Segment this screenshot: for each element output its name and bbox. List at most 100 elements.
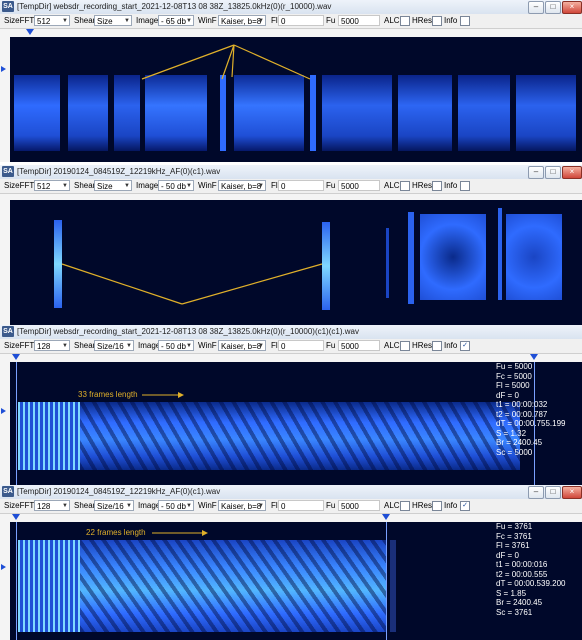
freq-ruler[interactable] (0, 362, 10, 485)
info-line: Sc = 5000 (496, 447, 533, 457)
cursor-marker-icon[interactable] (26, 29, 34, 35)
freq-ruler[interactable] (0, 522, 10, 640)
info-line: t2 = 00:00.787 (496, 409, 548, 419)
hres-checkbox[interactable] (432, 501, 442, 511)
fl-input[interactable]: 0 (278, 180, 324, 191)
cursor-marker-icon[interactable] (12, 514, 20, 520)
info-line: Fu = 3761 (496, 522, 533, 531)
winf-select[interactable]: Kaiser, b=8 ▼ (218, 500, 266, 511)
shear-select[interactable]: Size/16 ▼ (94, 340, 134, 351)
close-icon[interactable]: × (562, 486, 582, 499)
title-bar[interactable]: SA [TempDir] websdr_recording_start_2021… (0, 325, 582, 340)
toolbar: SizeFFT 128 ▼ Shear Size/16 ▼ Image - 50 d… (0, 499, 582, 514)
spectrogram-panel[interactable]: 22 frames length Fu = 3761 Fc = 3761 Fl … (10, 522, 582, 640)
cursor-marker-icon[interactable] (382, 514, 390, 520)
fu-input[interactable]: 5000 (338, 340, 380, 351)
alc-checkbox[interactable] (400, 181, 410, 191)
fl-label: Fl (271, 181, 278, 190)
fl-input[interactable]: 0 (278, 340, 324, 351)
info-checkbox[interactable] (460, 181, 470, 191)
winf-select[interactable]: Kaiser, b=8 ▼ (218, 340, 266, 351)
cursor-marker-icon[interactable] (12, 354, 20, 360)
minimize-icon[interactable]: – (528, 1, 544, 14)
info-checkbox[interactable] (460, 16, 470, 26)
shear-select[interactable]: Size ▼ (94, 15, 132, 26)
image-select[interactable]: - 65 db ▼ (158, 15, 194, 26)
info-readout: Fu = 5000 Fc = 5000 Fl = 5000 dF = 0 t1 … (496, 362, 565, 457)
fl-input[interactable]: 0 (278, 15, 324, 26)
title-bar[interactable]: SA [TempDir] websdr_recording_start_2021… (0, 0, 582, 15)
toolbar: SizeFFT 512 ▼ Shear Size ▼ Image - 65 db ▼ … (0, 14, 582, 29)
dropdown-arrow-icon: ▼ (258, 18, 264, 24)
time-ruler[interactable] (0, 354, 582, 362)
minimize-icon[interactable]: – (528, 166, 544, 179)
maximize-icon[interactable]: □ (545, 486, 561, 499)
image-select[interactable]: - 50 db ▼ (158, 500, 194, 511)
spectrogram-panel[interactable] (10, 200, 582, 325)
hres-checkbox[interactable] (432, 16, 442, 26)
maximize-icon[interactable]: □ (545, 1, 561, 14)
hres-checkbox[interactable] (432, 181, 442, 191)
cursor-marker-icon[interactable] (530, 354, 538, 360)
winf-value: Kaiser, b=8 (221, 342, 262, 351)
maximize-icon[interactable]: □ (545, 166, 561, 179)
spectrogram-panel[interactable] (10, 37, 582, 162)
cursor-marker-icon[interactable] (1, 408, 6, 414)
dropdown-arrow-icon: ▼ (124, 18, 130, 24)
sizefft-label: SizeFFT (4, 341, 35, 350)
winf-select[interactable]: Kaiser, b=8 ▼ (218, 15, 266, 26)
info-line: dF = 0 (496, 390, 519, 400)
spectrogram-panel[interactable]: 33 frames length Fu = 5000 Fc = 5000 Fl … (10, 362, 582, 485)
image-select[interactable]: - 50 db ▼ (158, 340, 194, 351)
info-line: Br = 2400.45 (496, 438, 543, 447)
close-icon[interactable]: × (562, 166, 582, 179)
shear-value: Size (97, 182, 113, 191)
alc-checkbox[interactable] (400, 501, 410, 511)
fu-label: Fu (326, 341, 336, 350)
close-icon[interactable]: × (562, 1, 582, 14)
image-select[interactable]: - 50 db ▼ (158, 180, 194, 191)
dropdown-arrow-icon: ▼ (186, 343, 192, 349)
image-label: Image (136, 181, 159, 190)
winf-label: WinF (198, 501, 217, 510)
info-checkbox[interactable]: ✓ (460, 341, 470, 351)
shear-select[interactable]: Size ▼ (94, 180, 132, 191)
cursor-marker-icon[interactable] (1, 564, 6, 570)
info-line: dF = 0 (496, 550, 519, 560)
time-ruler[interactable] (0, 29, 582, 37)
fu-input[interactable]: 5000 (338, 500, 380, 511)
shear-label: Shear (74, 16, 96, 25)
sizefft-select[interactable]: 512 ▼ (34, 15, 70, 26)
info-label: Info (444, 501, 458, 510)
fu-input[interactable]: 5000 (338, 15, 380, 26)
fl-input[interactable]: 0 (278, 500, 324, 511)
window-title: [TempDir] websdr_recording_start_2021-12… (17, 2, 332, 11)
title-bar[interactable]: SA [TempDir] 20190124_084519Z_12219kHz_A… (0, 165, 582, 180)
info-readout: Fu = 3761 Fc = 3761 Fl = 3761 dF = 0 t1 … (496, 522, 565, 617)
app-icon: SA (2, 326, 14, 337)
hres-label: HRes (412, 16, 433, 25)
freq-ruler[interactable] (0, 200, 10, 325)
sizefft-select[interactable]: 512 ▼ (34, 180, 70, 191)
info-checkbox[interactable]: ✓ (460, 501, 470, 511)
spectrogram-window-2: SA [TempDir] 20190124_084519Z_12219kHz_A… (0, 165, 582, 325)
sizefft-label: SizeFFT (4, 181, 35, 190)
title-bar[interactable]: SA [TempDir] 20190124_084519Z_12219kHz_A… (0, 485, 582, 500)
window-title: [TempDir] 20190124_084519Z_12219kHz_AF(0… (17, 487, 221, 496)
sizefft-select[interactable]: 128 ▼ (34, 340, 70, 351)
hres-checkbox[interactable] (432, 341, 442, 351)
minimize-icon[interactable]: – (528, 486, 544, 499)
alc-checkbox[interactable] (400, 341, 410, 351)
time-ruler[interactable] (0, 514, 582, 522)
hres-label: HRes (412, 501, 433, 510)
alc-checkbox[interactable] (400, 16, 410, 26)
fu-input[interactable]: 5000 (338, 180, 380, 191)
winf-select[interactable]: Kaiser, b=8 ▼ (218, 180, 266, 191)
cursor-marker-icon[interactable] (1, 66, 6, 72)
alc-label: ALC (384, 501, 400, 510)
info-line: dT = 00:00.539.200 (496, 579, 566, 588)
sizefft-select[interactable]: 128 ▼ (34, 500, 70, 511)
toolbar: SizeFFT 128 ▼ Shear Size/16 ▼ Image - 50 d… (0, 339, 582, 354)
freq-ruler[interactable] (0, 37, 10, 162)
shear-select[interactable]: Size/16 ▼ (94, 500, 134, 511)
